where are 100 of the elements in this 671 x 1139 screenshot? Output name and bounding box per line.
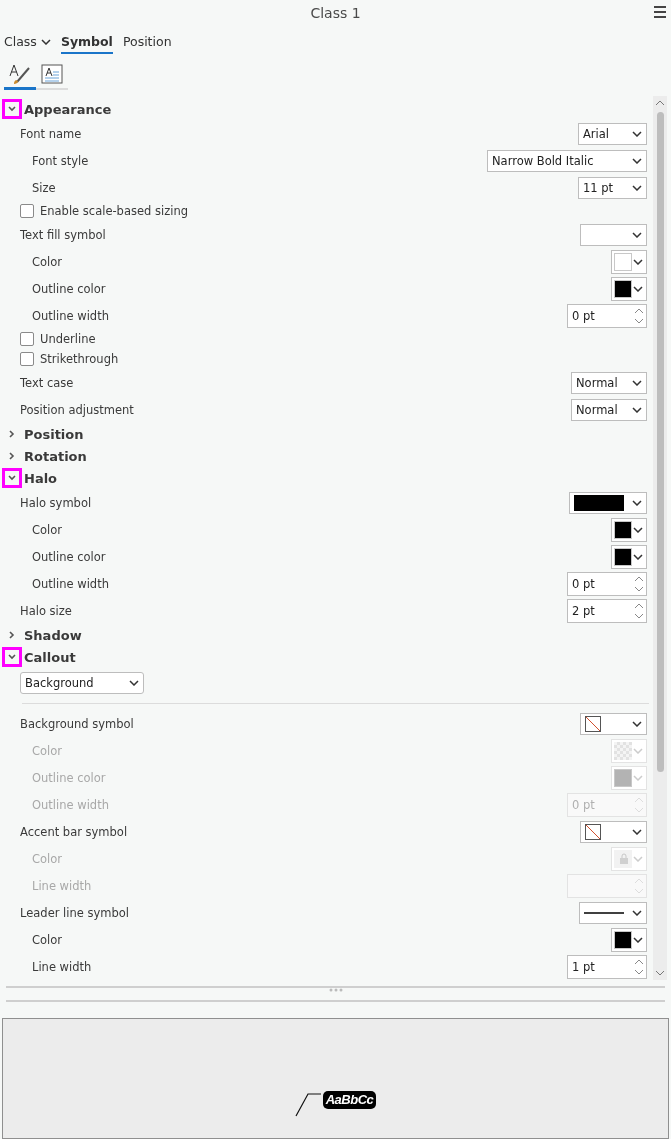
tab[interactable]: Symbol <box>60 34 113 54</box>
number-field[interactable]: 2 pt <box>567 598 647 623</box>
section-title: Rotation <box>24 448 87 464</box>
property-label: Leader line symbol <box>20 905 130 920</box>
number-field[interactable]: 0 pt <box>567 303 647 328</box>
color-dropdown[interactable] <box>611 249 647 274</box>
checkbox-label: Strikethrough <box>40 352 119 366</box>
property-label: Outline width <box>32 308 109 323</box>
section-title: Shadow <box>24 627 82 643</box>
number-field[interactable]: 1 pt <box>567 954 647 979</box>
line-symbol-icon <box>584 910 624 915</box>
color-dropdown[interactable] <box>611 927 647 952</box>
scroll-up-icon[interactable] <box>655 99 665 107</box>
color-dropdown[interactable] <box>611 544 647 569</box>
property-label: Background symbol <box>20 716 134 731</box>
spin-arrows-icon <box>634 601 644 620</box>
checkbox-label: Enable scale-based sizing <box>40 204 188 218</box>
caret-icon <box>632 231 642 238</box>
property-label: Outline color <box>32 549 106 564</box>
property-label: Halo symbol <box>20 495 92 510</box>
property-label: Color <box>32 743 63 758</box>
property-label: Line width <box>32 878 92 893</box>
property-label: Color <box>32 932 63 947</box>
symbol-dropdown[interactable] <box>580 820 647 843</box>
checkbox[interactable] <box>20 352 34 366</box>
caret-icon <box>632 828 642 835</box>
number-field[interactable]: 0 pt <box>567 571 647 596</box>
property-label: Text case <box>20 375 74 390</box>
property-label: Position adjustment <box>20 402 134 417</box>
section-header[interactable]: Position <box>2 423 84 445</box>
checkbox[interactable] <box>20 332 34 346</box>
property-label: Outline color <box>32 281 106 296</box>
caret-icon <box>632 909 642 916</box>
property-label: Font name <box>20 126 82 141</box>
dropdown[interactable]: 11 pt <box>578 176 647 199</box>
section-header[interactable]: Rotation <box>2 445 87 467</box>
caret-icon <box>633 553 643 560</box>
callout-type-dropdown[interactable]: Background <box>20 672 144 694</box>
section-title: Position <box>24 426 84 442</box>
caret-icon <box>632 157 642 164</box>
section-header[interactable]: Shadow <box>2 624 82 646</box>
menu-icon[interactable] <box>653 5 667 19</box>
dropdown[interactable]: Narrow Bold Italic <box>487 149 647 172</box>
checkbox-label: Underline <box>40 332 96 346</box>
tab[interactable]: Position <box>122 34 172 54</box>
caret-icon <box>632 379 642 386</box>
property-label: Halo size <box>20 603 72 618</box>
spin-arrows-icon <box>634 795 644 814</box>
dropdown[interactable]: Arial <box>578 122 647 145</box>
splitter-handle[interactable] <box>6 986 665 1002</box>
section-header[interactable]: Halo <box>2 467 58 489</box>
property-label: Accent bar symbol <box>20 824 128 839</box>
caret-icon <box>632 406 642 413</box>
spin-arrows-icon <box>634 306 644 325</box>
property-label: Outline color <box>32 770 106 785</box>
scroll-down-icon[interactable] <box>655 969 665 977</box>
caret-icon <box>633 526 643 533</box>
property-label: Color <box>32 851 63 866</box>
section-title: Callout <box>24 649 76 665</box>
section-header[interactable]: Callout <box>2 646 76 668</box>
preview-sample-text: AaBbCc <box>322 1091 377 1109</box>
solid-fill-swatch <box>574 494 624 511</box>
caret-icon <box>633 936 643 943</box>
class-dropdown[interactable]: Class <box>4 34 51 54</box>
color-dropdown[interactable] <box>611 276 647 301</box>
property-label: Size <box>32 180 56 195</box>
scrollbar[interactable] <box>653 96 667 980</box>
symbol-dropdown[interactable] <box>579 901 647 924</box>
property-label: Color <box>32 254 63 269</box>
property-label: Color <box>32 522 63 537</box>
property-label: Text fill symbol <box>20 227 106 242</box>
dropdown[interactable]: Normal <box>571 398 647 421</box>
caret-icon <box>632 720 642 727</box>
no-fill-swatch-icon <box>585 715 601 732</box>
property-label: Outline width <box>32 797 109 812</box>
grip-icon <box>327 988 344 992</box>
property-label: Line width <box>32 959 92 974</box>
section-header[interactable]: Appearance <box>2 98 112 120</box>
section-title: Appearance <box>24 101 112 117</box>
checkbox[interactable] <box>20 204 34 218</box>
lock-swatch-icon <box>614 849 632 868</box>
caret-icon <box>129 680 139 686</box>
caret-icon <box>40 38 51 45</box>
color-dropdown[interactable] <box>611 517 647 542</box>
property-label: Outline width <box>32 576 109 591</box>
caret-icon <box>632 130 642 137</box>
caret-icon <box>633 285 643 292</box>
section-title: Halo <box>24 470 58 486</box>
caret-icon <box>633 855 643 862</box>
text-frame-icon <box>41 63 63 84</box>
caret-icon <box>633 774 643 781</box>
symbol-dropdown[interactable] <box>569 491 647 514</box>
caret-icon <box>633 258 643 265</box>
dropdown[interactable]: Normal <box>571 371 647 394</box>
spin-arrows-icon <box>634 957 644 976</box>
checker-swatch-icon <box>614 741 632 760</box>
spin-arrows-icon <box>634 876 644 895</box>
no-fill-swatch-icon <box>585 823 601 840</box>
spin-arrows-icon <box>634 574 644 593</box>
symbol-dropdown[interactable] <box>580 712 647 735</box>
